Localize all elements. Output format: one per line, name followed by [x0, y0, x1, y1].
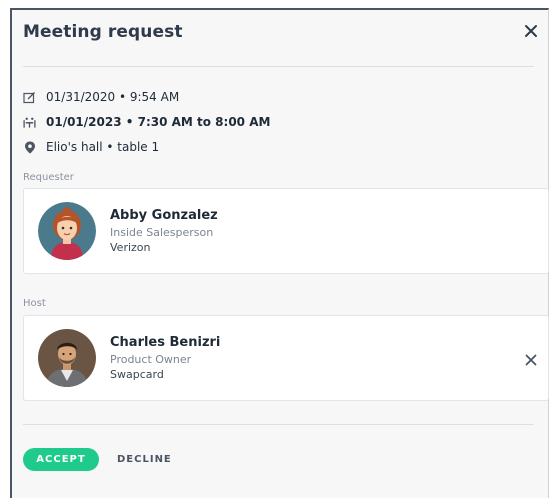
requester-name: Abby Gonzalez	[110, 208, 218, 223]
host-company: Swapcard	[110, 368, 164, 381]
avatar	[38, 329, 96, 387]
meeting-time-text: 01/01/2023 • 7:30 AM to 8:00 AM	[46, 115, 271, 129]
edit-calendar-icon	[23, 91, 36, 104]
requested-date-row: 01/31/2020 • 9:54 AM	[23, 88, 179, 106]
host-name: Charles Benizri	[110, 335, 221, 350]
host-label: Host	[23, 298, 46, 309]
footer-divider	[23, 424, 534, 425]
modal-title: Meeting request	[23, 22, 183, 42]
meeting-table-icon	[23, 116, 36, 129]
requester-label: Requester	[23, 172, 74, 183]
location-text: Elio's hall • table 1	[46, 140, 160, 154]
remove-host-close-icon[interactable]	[525, 351, 537, 366]
header-divider	[23, 66, 534, 67]
avatar	[38, 202, 96, 260]
requester-company: Verizon	[110, 241, 151, 254]
close-icon[interactable]	[523, 23, 539, 39]
location-row: Elio's hall • table 1	[23, 138, 159, 156]
decline-button[interactable]: DECLINE	[117, 448, 172, 471]
location-pin-icon	[23, 141, 36, 154]
host-job-title: Product Owner	[110, 353, 192, 366]
accept-button[interactable]: ACCEPT	[23, 448, 99, 471]
requester-card[interactable]: Abby Gonzalez Inside Salesperson Verizon	[23, 188, 549, 274]
requested-date-text: 01/31/2020 • 9:54 AM	[46, 90, 180, 104]
meeting-request-modal: Meeting request 01/31/2020 • 9:54 AM 01/…	[10, 8, 549, 498]
host-card[interactable]: Charles Benizri Product Owner Swapcard	[23, 315, 549, 401]
requester-job-title: Inside Salesperson	[110, 226, 214, 239]
meeting-time-row: 01/01/2023 • 7:30 AM to 8:00 AM	[23, 113, 270, 131]
